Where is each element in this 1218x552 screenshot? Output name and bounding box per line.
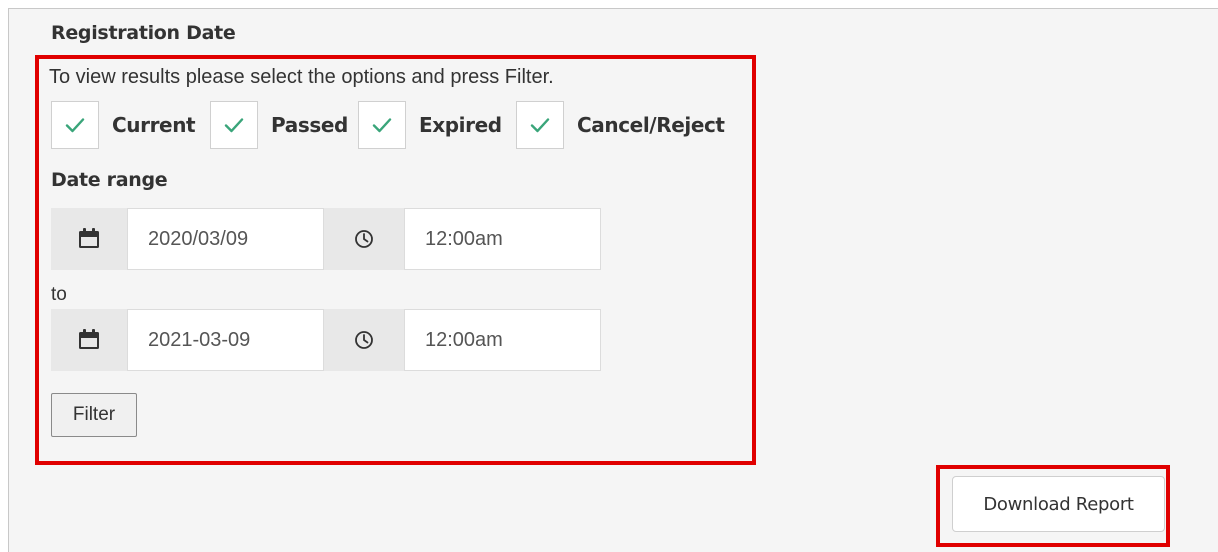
- calendar-icon: [79, 329, 99, 349]
- date-range-from-row: 2020/03/09 12:00am: [51, 208, 601, 270]
- check-icon: [65, 118, 85, 133]
- checkbox-label-cancel-reject[interactable]: Cancel/Reject: [577, 113, 725, 137]
- section-title: Registration Date: [51, 22, 236, 44]
- checkbox-label-expired[interactable]: Expired: [419, 113, 502, 137]
- checkbox-passed[interactable]: [210, 101, 258, 149]
- calendar-button-to[interactable]: [51, 309, 127, 371]
- clock-button-from[interactable]: [324, 208, 404, 270]
- check-icon: [224, 118, 244, 133]
- check-icon: [372, 118, 392, 133]
- checkbox-expired[interactable]: [358, 101, 406, 149]
- from-time-input[interactable]: 12:00am: [404, 208, 601, 270]
- checkbox-label-passed[interactable]: Passed: [271, 113, 348, 137]
- date-range-label: Date range: [51, 169, 168, 191]
- instructions-text: To view results please select the option…: [49, 66, 554, 88]
- calendar-icon: [79, 228, 99, 248]
- checkbox-cancel-reject[interactable]: [516, 101, 564, 149]
- clock-icon: [355, 331, 373, 349]
- to-label: to: [51, 284, 67, 305]
- to-time-input[interactable]: 12:00am: [404, 309, 601, 371]
- clock-button-to[interactable]: [324, 309, 404, 371]
- calendar-button-from[interactable]: [51, 208, 127, 270]
- to-date-input[interactable]: 2021-03-09: [127, 309, 324, 371]
- checkbox-current[interactable]: [51, 101, 99, 149]
- check-icon: [530, 118, 550, 133]
- checkbox-label-current[interactable]: Current: [112, 113, 196, 137]
- clock-icon: [355, 230, 373, 248]
- download-report-button[interactable]: Download Report: [952, 476, 1165, 532]
- date-range-to-row: 2021-03-09 12:00am: [51, 309, 601, 371]
- filter-button[interactable]: Filter: [51, 393, 137, 437]
- from-date-input[interactable]: 2020/03/09: [127, 208, 324, 270]
